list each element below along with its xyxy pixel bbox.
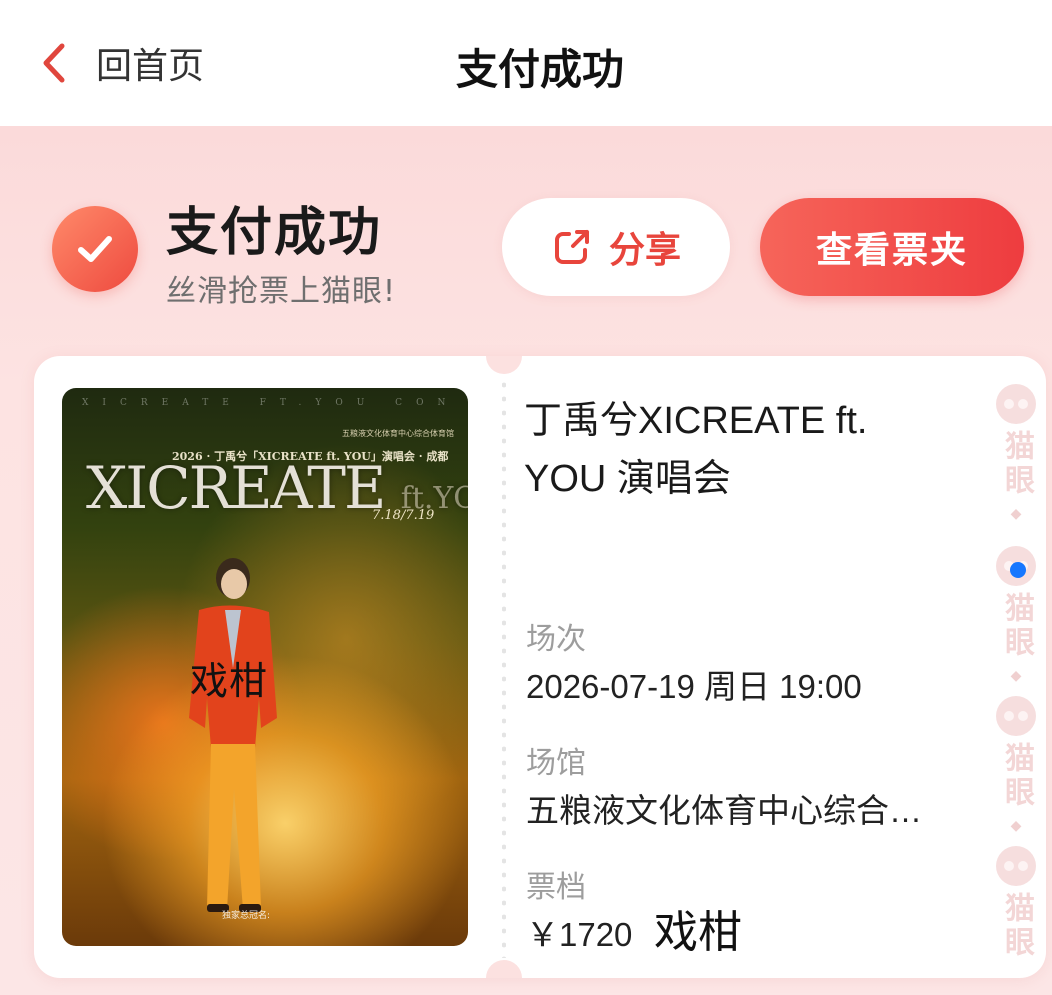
- view-ticket-wallet-label: 查看票夹: [815, 230, 968, 271]
- ticket-perforation: [502, 378, 506, 958]
- diamond-icon: ◆: [1010, 506, 1022, 522]
- maoyan-logo-3: 猫眼 ◆: [994, 696, 1038, 834]
- page-title: 支付成功: [455, 45, 624, 94]
- maoyan-brand-text: 猫眼: [999, 892, 1034, 960]
- maoyan-brand-text: 猫眼: [999, 592, 1034, 660]
- tier-value: ￥1720: [526, 916, 633, 953]
- cat-face-icon: [996, 696, 1036, 736]
- event-poster[interactable]: XICREATE FT.YOU CONCERT 五粮液文化体育中心综合体育馆 2…: [62, 388, 468, 946]
- ticket-notch-bottom: [486, 960, 522, 978]
- share-icon: [554, 230, 589, 264]
- poster-watermark-text: 戏柑: [190, 659, 269, 703]
- checkmark-icon: [78, 236, 112, 262]
- maoyan-logo-1: 猫眼 ◆: [994, 384, 1038, 522]
- venue-value: 五粮液文化体育中心综合…: [526, 792, 922, 829]
- show-title: 丁禹兮XICREATE ft. YOU 演唱会: [524, 400, 868, 500]
- maoyan-brand-text: 猫眼: [999, 742, 1034, 810]
- maoyan-brand-text: 猫眼: [999, 430, 1034, 498]
- success-title: 支付成功: [166, 203, 383, 263]
- tier-label: 票档: [526, 870, 586, 905]
- session-value: 2026-07-19 周日 19:00: [526, 668, 862, 705]
- poster-dates: 7.18/7.19: [372, 508, 435, 523]
- diamond-icon: ◆: [1010, 818, 1022, 834]
- ticket-card[interactable]: XICREATE FT.YOU CONCERT 五粮液文化体育中心综合体育馆 2…: [34, 356, 1046, 978]
- session-label: 场次: [526, 622, 586, 657]
- price-watermark-text: 戏柑: [654, 907, 742, 958]
- share-label: 分享: [608, 230, 681, 271]
- success-check-icon: [52, 206, 138, 292]
- success-subtitle: 丝滑抢票上猫眼!: [166, 274, 397, 309]
- maoyan-logo-4: 猫眼: [994, 846, 1038, 960]
- poster-footer-credits: 独家总冠名:: [72, 908, 458, 938]
- share-button[interactable]: 分享: [502, 198, 730, 296]
- view-ticket-wallet-button[interactable]: 查看票夹: [760, 198, 1024, 296]
- diamond-icon: ◆: [1010, 668, 1022, 684]
- performer-figure: [189, 558, 277, 912]
- poster-title-main: XICREATE: [86, 454, 386, 522]
- venue-label: 场馆: [526, 746, 586, 781]
- top-nav-bar: 回首页 支付成功: [0, 0, 1052, 126]
- touch-indicator-dot: [1010, 562, 1026, 578]
- cat-face-icon: [996, 846, 1036, 886]
- maoyan-side-watermark: 猫眼 ◆ 猫眼 ◆ 猫眼 ◆ 猫眼: [986, 376, 1046, 976]
- poster-sponsor-label: 独家总冠名:: [222, 911, 271, 921]
- poster-top-line: XICREATE FT.YOU CONCERT: [82, 398, 448, 408]
- ticket-notch-top: [486, 356, 522, 374]
- poster-venue-mini: 五粮液文化体育中心综合体育馆: [342, 429, 454, 438]
- cat-face-icon: [996, 384, 1036, 424]
